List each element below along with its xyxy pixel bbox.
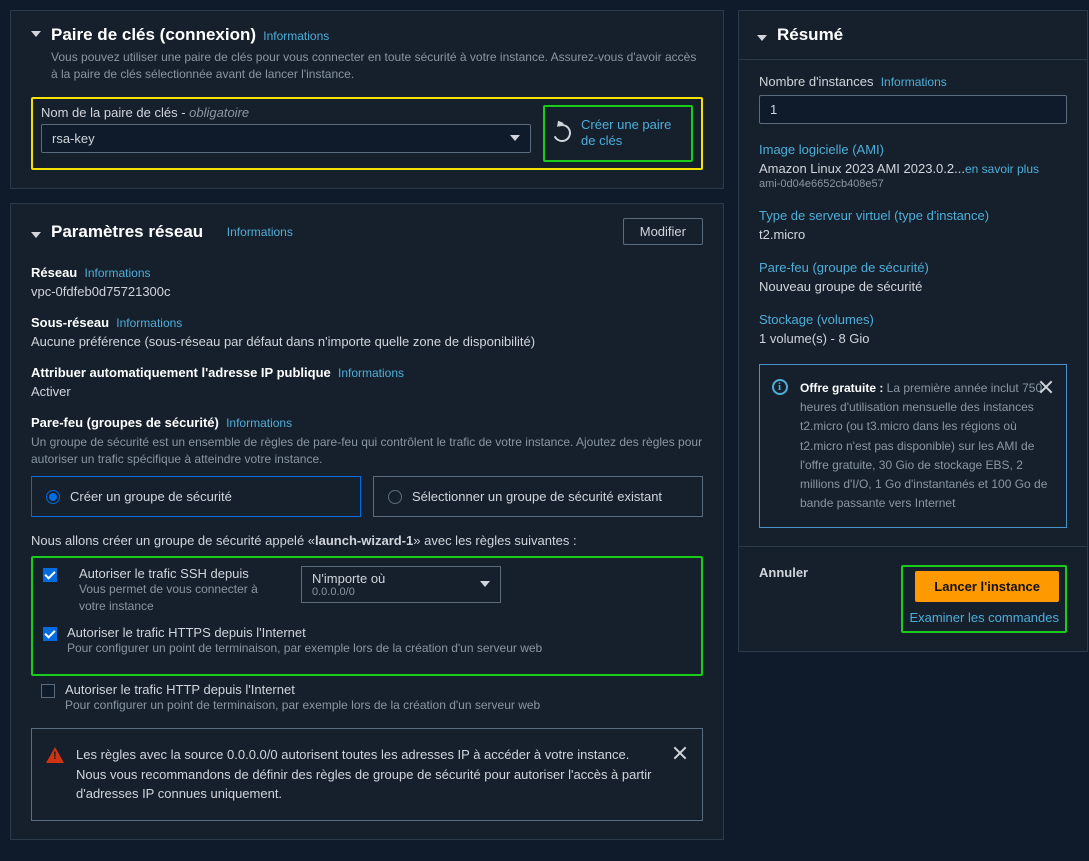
radio-existing-sg[interactable]: Sélectionner un groupe de sécurité exist… [373, 476, 703, 517]
instance-count-info[interactable]: Informations [881, 75, 947, 89]
radio-existing-label: Sélectionner un groupe de sécurité exist… [412, 489, 662, 504]
subnet-value: Aucune préférence (sous-réseau par défau… [31, 334, 703, 349]
keypair-info-link[interactable]: Informations [263, 29, 329, 43]
create-keypair-link[interactable]: Créer une paire de clés [581, 117, 683, 151]
radio-icon [46, 490, 60, 504]
warning-box: Les règles avec la source 0.0.0.0/0 auto… [31, 728, 703, 821]
ip-label: Attribuer automatiquement l'adresse IP p… [31, 365, 331, 380]
ami-label: Image logicielle (AMI) [759, 142, 1067, 157]
ami-value: Amazon Linux 2023 AMI 2023.0.2... [759, 161, 965, 176]
free-tier-text: La première année inclut 750 heures d'ut… [800, 381, 1047, 510]
close-icon[interactable] [672, 745, 688, 761]
chevron-down-icon[interactable] [31, 232, 41, 238]
instance-type-label: Type de serveur virtuel (type d'instance… [759, 208, 1067, 223]
storage-label: Stockage (volumes) [759, 312, 1067, 327]
caret-down-icon [510, 135, 520, 141]
launch-button[interactable]: Lancer l'instance [915, 571, 1059, 602]
instance-type-value: t2.micro [759, 227, 1067, 242]
keypair-title: Paire de clés (connexion) [51, 25, 256, 44]
warning-icon [46, 747, 64, 763]
summary-firewall-value: Nouveau groupe de sécurité [759, 279, 1067, 294]
ssh-desc: Vous permet de vous connecter à votre in… [79, 581, 279, 615]
firewall-label: Pare-feu (groupes de sécurité) [31, 415, 219, 430]
http-label: Autoriser le trafic HTTP depuis l'Intern… [65, 682, 540, 697]
create-keypair-box: Créer une paire de clés [543, 105, 693, 163]
edit-button[interactable]: Modifier [623, 218, 703, 245]
chevron-down-icon[interactable] [757, 35, 767, 41]
keypair-name-label: Nom de la paire de clés [41, 105, 178, 120]
radio-create-sg[interactable]: Créer un groupe de sécurité [31, 476, 361, 517]
refresh-icon[interactable] [550, 122, 573, 145]
chevron-down-icon[interactable] [31, 31, 41, 37]
instance-count-input[interactable] [759, 95, 1067, 124]
ami-more-link[interactable]: en savoir plus [965, 162, 1039, 176]
ip-info-link[interactable]: Informations [338, 366, 404, 380]
keypair-select[interactable]: rsa-key [41, 124, 531, 153]
instance-count-label: Nombre d'instances [759, 74, 873, 89]
radio-create-label: Créer un groupe de sécurité [70, 489, 232, 504]
reseau-label: Réseau [31, 265, 77, 280]
checkbox-https[interactable] [43, 627, 57, 641]
network-panel: Paramètres réseau Informations Modifier … [10, 203, 724, 839]
warning-text: Les règles avec la source 0.0.0.0/0 auto… [76, 745, 660, 804]
summary-firewall-label: Pare-feu (groupe de sécurité) [759, 260, 1067, 275]
ami-id: ami-0d04e6652cb408e57 [759, 178, 1067, 190]
review-commands-link[interactable]: Examiner les commandes [909, 610, 1059, 625]
sg-text-post: » avec les règles suivantes : [413, 533, 576, 548]
cancel-button[interactable]: Annuler [759, 565, 808, 580]
network-info-link[interactable]: Informations [227, 225, 293, 239]
keypair-value: rsa-key [52, 131, 95, 146]
rules-highlight: Autoriser le trafic SSH depuis Vous perm… [31, 556, 703, 676]
network-title: Paramètres réseau [51, 222, 203, 242]
https-label: Autoriser le trafic HTTPS depuis l'Inter… [67, 625, 542, 640]
radio-icon [388, 490, 402, 504]
keypair-desc: Vous pouvez utiliser une paire de clés p… [51, 49, 703, 83]
http-desc: Pour configurer un point de terminaison,… [65, 697, 540, 714]
summary-title: Résumé [777, 25, 843, 45]
free-tier-box: Offre gratuite : La première année inclu… [759, 364, 1067, 528]
ip-value: Activer [31, 384, 703, 399]
ssh-source-select[interactable]: N'importe où 0.0.0.0/0 [301, 566, 501, 603]
reseau-info-link[interactable]: Informations [84, 266, 150, 280]
ssh-source-value: N'importe où [312, 571, 385, 586]
keypair-panel: Paire de clés (connexion) Informations V… [10, 10, 724, 189]
close-icon[interactable] [1038, 379, 1054, 395]
summary-panel: Résumé Nombre d'instances Informations I… [738, 10, 1088, 652]
checkbox-ssh[interactable] [43, 568, 57, 582]
firewall-desc: Un groupe de sécurité est un ensemble de… [31, 434, 703, 468]
storage-value: 1 volume(s) - 8 Gio [759, 331, 1067, 346]
ssh-label: Autoriser le trafic SSH depuis [79, 566, 279, 581]
firewall-info-link[interactable]: Informations [226, 416, 292, 430]
info-icon [772, 379, 788, 395]
checkbox-http[interactable] [41, 684, 55, 698]
sg-text-pre: Nous allons créer un groupe de sécurité … [31, 533, 315, 548]
https-desc: Pour configurer un point de terminaison,… [67, 640, 542, 657]
caret-down-icon [480, 581, 490, 587]
sg-name: launch-wizard-1 [315, 533, 413, 548]
required-label: obligatoire [189, 105, 249, 120]
keypair-highlight: Nom de la paire de clés - obligatoire rs… [31, 97, 703, 171]
ssh-cidr: 0.0.0.0/0 [312, 586, 385, 598]
subnet-info-link[interactable]: Informations [116, 316, 182, 330]
subnet-label: Sous-réseau [31, 315, 109, 330]
reseau-value: vpc-0fdfeb0d75721300c [31, 284, 703, 299]
free-tier-strong: Offre gratuite : [800, 381, 883, 395]
